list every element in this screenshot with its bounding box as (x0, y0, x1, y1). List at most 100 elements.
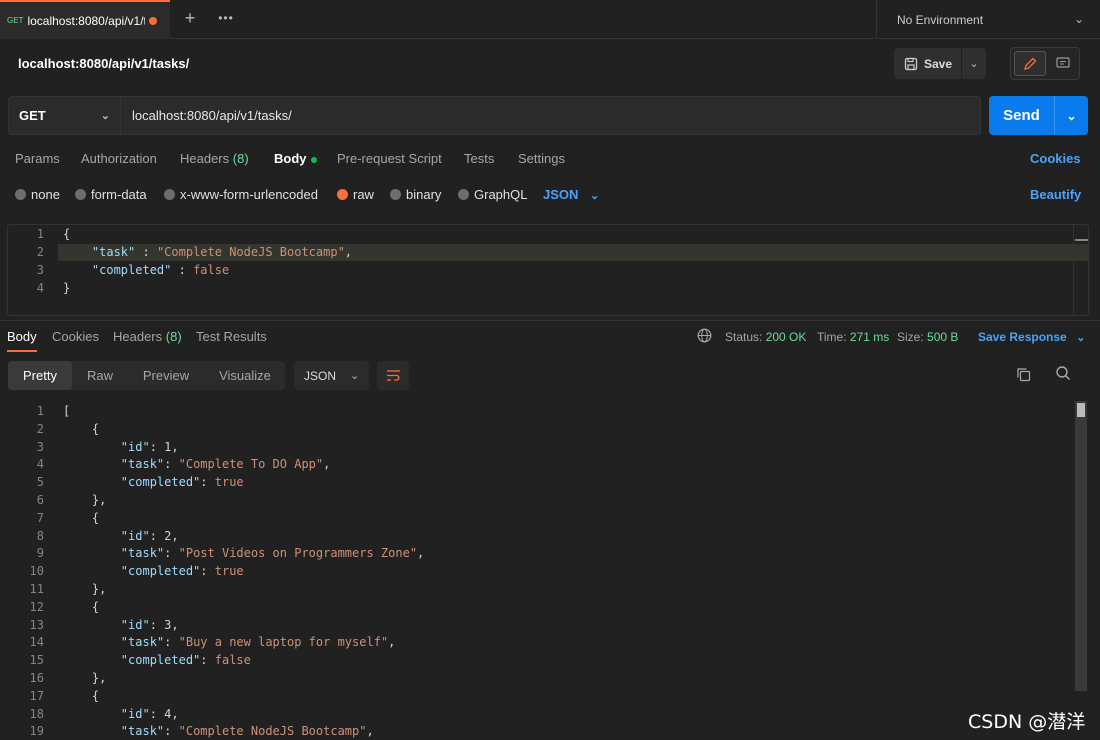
code-line: { (91, 510, 100, 525)
save-label: Save (924, 56, 953, 71)
code-line: "id": 3, (120, 617, 179, 632)
radio-circle-icon (15, 189, 26, 200)
radio-circle-icon (390, 189, 401, 200)
radio-graphql[interactable]: GraphQL (458, 187, 527, 202)
tab-tests[interactable]: Tests (464, 151, 494, 166)
tab-params[interactable]: Params (15, 151, 60, 166)
radio-none[interactable]: none (15, 187, 60, 202)
edit-mode-group (1010, 47, 1080, 80)
url-text: localhost:8080/api/v1/tasks/ (132, 108, 292, 123)
view-raw[interactable]: Raw (80, 361, 120, 390)
line-number: 4 (36, 281, 44, 295)
line-number: 10 (29, 564, 44, 579)
save-icon (904, 57, 918, 70)
response-scrollbar[interactable] (1075, 401, 1087, 691)
code-line: }, (91, 582, 107, 596)
code-line: "task": "Complete To DO App", (120, 457, 331, 472)
radio-circle-icon (164, 189, 175, 200)
response-tab-headers-count: (8) (165, 329, 182, 344)
send-button-group[interactable]: Send ⌄ (989, 96, 1088, 135)
method-label: GET (19, 108, 46, 123)
line-number: 17 (29, 688, 44, 703)
radio-raw[interactable]: raw (337, 187, 374, 202)
tab-prerequest-script[interactable]: Pre-request Script (337, 151, 442, 166)
request-tab[interactable]: GET localhost:8080/api/v1/t (0, 0, 170, 39)
view-visualize[interactable]: Visualize (212, 361, 278, 390)
radio-raw-label: raw (353, 187, 374, 202)
line-number: 1 (36, 404, 44, 418)
response-format-select[interactable]: JSON ⌄ (294, 361, 369, 390)
tab-method: GET (7, 16, 24, 25)
code-line: "task": "Buy a new laptop for myself", (120, 635, 396, 650)
code-line: }, (91, 493, 107, 507)
view-mode-group: Pretty Raw Preview Visualize (8, 361, 285, 390)
line-number: 7 (36, 510, 44, 525)
send-options-chevron-icon[interactable]: ⌄ (1055, 109, 1088, 123)
radio-form-data-label: form-data (91, 187, 147, 202)
code-line: "task": "Post Videos on Programmers Zone… (120, 546, 425, 561)
response-divider[interactable] (0, 320, 1100, 321)
radio-binary[interactable]: binary (390, 187, 441, 202)
new-tab-plus-icon[interactable]: + (180, 8, 200, 28)
line-number: 2 (36, 245, 44, 259)
copy-icon[interactable] (1016, 367, 1034, 385)
save-options-chevron-icon[interactable]: ⌄ (962, 57, 986, 70)
code-line: { (91, 599, 100, 614)
url-input[interactable]: localhost:8080/api/v1/tasks/ (121, 96, 981, 135)
line-number: 14 (29, 635, 44, 650)
more-tabs-icon[interactable]: ••• (216, 8, 236, 28)
request-title: localhost:8080/api/v1/tasks/ (18, 56, 190, 71)
response-tab-cookies[interactable]: Cookies (52, 329, 99, 344)
search-icon[interactable] (1055, 365, 1073, 383)
radio-urlencoded[interactable]: x-www-form-urlencoded (164, 187, 318, 202)
line-number: 3 (36, 263, 44, 277)
edit-pencil-icon[interactable] (1014, 51, 1046, 76)
radio-graphql-label: GraphQL (474, 187, 528, 202)
view-pretty[interactable]: Pretty (8, 361, 72, 390)
size-label: Size: (897, 330, 924, 344)
code-line: "id": 4, (120, 706, 179, 721)
chevron-down-icon: ⌄ (100, 110, 110, 122)
radio-none-label: none (31, 187, 60, 202)
globe-icon[interactable] (697, 328, 713, 344)
cookies-link[interactable]: Cookies (1030, 151, 1081, 166)
radio-circle-icon (458, 189, 469, 200)
scroll-thumb[interactable] (1077, 403, 1085, 417)
line-number: 1 (36, 227, 44, 241)
time-value: 271 ms (849, 330, 890, 344)
save-button-group[interactable]: Save ⌄ (894, 48, 986, 79)
chevron-down-icon: ⌄ (350, 370, 360, 382)
code-line: "id": 2, (120, 528, 179, 543)
save-response-button[interactable]: Save Response ⌄ (978, 330, 1085, 344)
code-line: "id": 1, (120, 439, 179, 454)
wrap-lines-icon[interactable] (377, 361, 409, 390)
body-language-label: JSON (543, 187, 579, 202)
response-tab-test-results[interactable]: Test Results (196, 329, 267, 344)
response-tab-body[interactable]: Body (7, 329, 37, 344)
tab-authorization[interactable]: Authorization (81, 151, 157, 166)
code-line: "completed": true (120, 564, 244, 579)
environment-selector[interactable]: No Environment ⌄ (876, 0, 1100, 39)
view-preview[interactable]: Preview (138, 361, 194, 390)
comment-icon[interactable] (1049, 51, 1077, 76)
method-select[interactable]: GET ⌄ (8, 96, 121, 135)
tab-settings[interactable]: Settings (518, 151, 565, 166)
status-value: 200 OK (765, 330, 807, 344)
line-number: 9 (36, 546, 44, 561)
response-tab-headers[interactable]: Headers (8) (113, 329, 182, 344)
body-language-select[interactable]: JSON ⌄ (543, 187, 599, 202)
save-button[interactable]: Save (894, 48, 962, 79)
code-line: "task" : "Complete NodeJS Bootcamp", (91, 245, 353, 259)
radio-form-data[interactable]: form-data (75, 187, 147, 202)
code-line: "completed": true (120, 475, 244, 490)
scroll-thumb[interactable] (1075, 239, 1088, 241)
save-response-label: Save Response (978, 330, 1067, 344)
tab-body[interactable]: Body (274, 151, 317, 166)
code-line: }, (91, 671, 107, 685)
send-button[interactable]: Send (989, 96, 1055, 135)
tab-headers[interactable]: Headers (8) (180, 151, 249, 166)
environment-label: No Environment (897, 12, 984, 27)
request-editor-scrollbar[interactable] (1073, 225, 1088, 315)
beautify-link[interactable]: Beautify (1030, 187, 1081, 202)
watermark: CSDN @潜洋 (968, 711, 1086, 733)
